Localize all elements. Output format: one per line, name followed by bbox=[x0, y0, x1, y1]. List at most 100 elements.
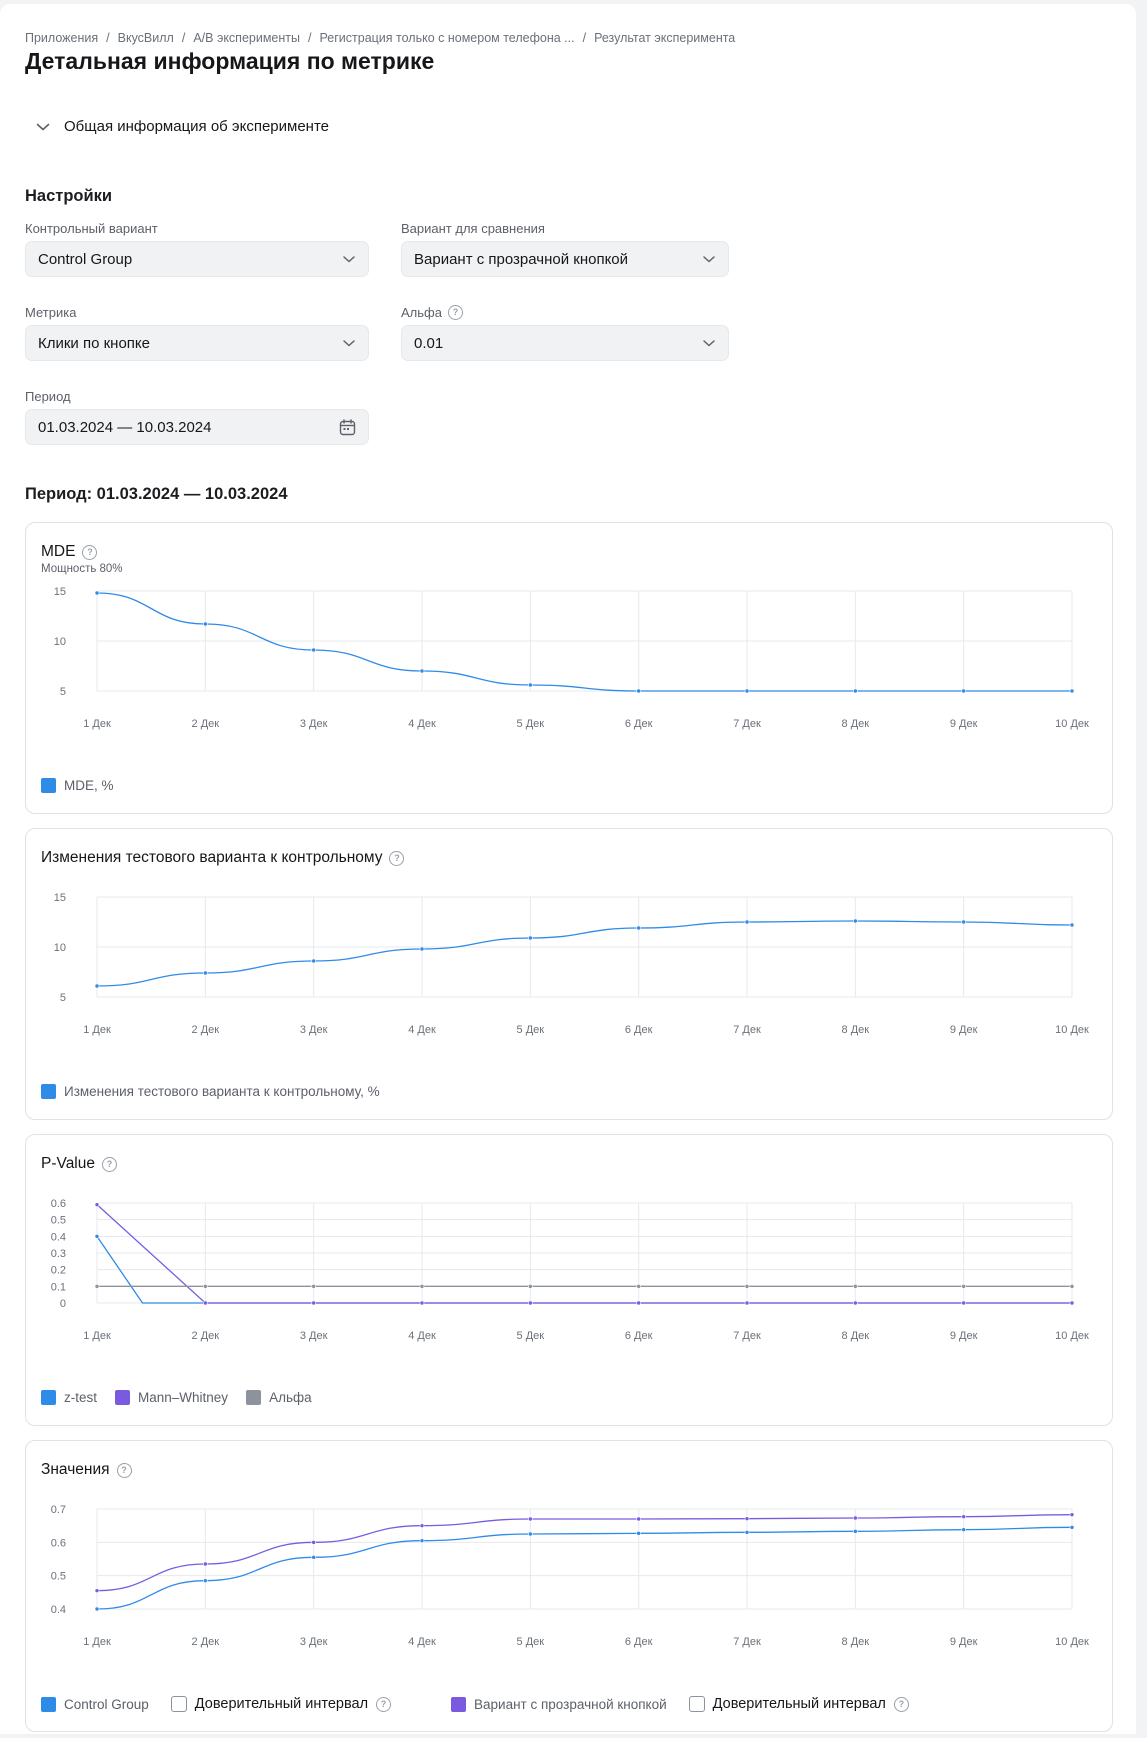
x-tick-label: 5 Дек bbox=[517, 1024, 545, 1036]
legend-item[interactable]: Альфа bbox=[246, 1390, 312, 1405]
change-chart: 1 Дек 2 Дек 3 Дек 4 Дек 5 Дек 6 Дек 7 Дек 8 Дек… bbox=[54, 892, 1089, 1036]
chevron-down-icon bbox=[343, 256, 355, 263]
data-point bbox=[636, 1284, 641, 1289]
confidence-interval-label: Доверительный интервал bbox=[712, 1696, 886, 1712]
confidence-interval-label: Доверительный интервал bbox=[194, 1696, 369, 1712]
data-point bbox=[528, 1516, 533, 1522]
calendar-icon[interactable] bbox=[339, 418, 356, 436]
data-point bbox=[311, 1300, 316, 1306]
metric-select[interactable]: Клики по кнопке bbox=[25, 325, 369, 361]
legend-item[interactable]: Control Group bbox=[41, 1696, 149, 1712]
control-variant-select[interactable]: Control Group bbox=[25, 241, 369, 277]
confidence-interval-checkbox[interactable] bbox=[688, 1696, 705, 1712]
data-point bbox=[636, 1300, 641, 1306]
legend-item[interactable]: z-test bbox=[41, 1390, 97, 1405]
chevron-down-icon bbox=[343, 340, 355, 347]
data-point bbox=[528, 935, 533, 941]
data-point bbox=[528, 1531, 533, 1537]
change-title: Изменения тестового варианта к контрольн… bbox=[41, 849, 405, 867]
alpha-label: Альфа ? bbox=[401, 305, 463, 320]
breadcrumb-item-apps[interactable]: Приложения bbox=[25, 31, 98, 45]
x-tick-label: 6 Дек bbox=[625, 1024, 653, 1036]
x-tick-label: 6 Дек bbox=[625, 1330, 653, 1342]
series-line bbox=[96, 592, 1072, 692]
x-tick-label: 10 Дек bbox=[1055, 718, 1089, 730]
breadcrumb-item-experiment[interactable]: Регистрация только с номером телефона ..… bbox=[319, 31, 574, 45]
breadcrumb-item-ab[interactable]: A/B эксперименты bbox=[193, 31, 300, 45]
data-point bbox=[419, 1538, 425, 1543]
change-card: 1 Дек 2 Дек 3 Дек 4 Дек 5 Дек 6 Дек 7 Дек 8 Дек… bbox=[25, 828, 1113, 1120]
legend-label: Mann–Whitney bbox=[138, 1390, 229, 1405]
x-tick-label: 10 Дек bbox=[1055, 1330, 1089, 1342]
data-point bbox=[1069, 688, 1075, 694]
page-title: Детальная информация по метрике bbox=[25, 48, 435, 74]
breadcrumb-item-vkusvill[interactable]: ВкусВилл bbox=[118, 31, 174, 45]
data-point bbox=[744, 688, 750, 694]
legend-label: Альфа bbox=[269, 1390, 312, 1405]
chevron-down-icon bbox=[703, 340, 715, 347]
y-tick-label: 0 bbox=[60, 1298, 66, 1310]
data-point bbox=[744, 1300, 750, 1306]
x-tick-label: 7 Дек bbox=[733, 1024, 761, 1036]
y-tick-label: 0.3 bbox=[51, 1248, 66, 1260]
data-point bbox=[203, 1561, 208, 1567]
page: Приложения / ВкусВилл / A/B эксперименты / Рег… bbox=[0, 4, 1136, 1734]
data-point bbox=[853, 1300, 858, 1306]
mde-card: 1 Дек 2 Дек 3 Дек 4 Дек 5 Дек 6 Дек 7 Дек 8 Дек… bbox=[25, 522, 1113, 814]
period-value: 01.03.2024 — 10.03.2024 bbox=[38, 418, 212, 436]
legend-item[interactable]: Изменения тестового варианта к контрольн… bbox=[41, 1084, 380, 1099]
compare-variant-select[interactable]: Вариант с прозрачной кнопкой bbox=[401, 241, 729, 277]
x-tick-label: 10 Дек bbox=[1055, 1636, 1089, 1648]
x-tick-label: 8 Дек bbox=[842, 718, 870, 730]
help-icon[interactable]: ? bbox=[893, 1696, 909, 1712]
period-date-range-input[interactable]: 01.03.2024 — 10.03.2024 bbox=[25, 409, 369, 445]
data-point bbox=[419, 946, 425, 952]
experiment-info-accordion[interactable]: Общая информация об эксперименте bbox=[36, 118, 329, 135]
legend-label: MDE, % bbox=[64, 778, 114, 793]
legend-item[interactable]: MDE, % bbox=[41, 778, 114, 793]
help-icon[interactable]: ? bbox=[447, 305, 463, 320]
help-icon[interactable]: ? bbox=[102, 1156, 117, 1172]
x-tick-label: 4 Дек bbox=[408, 718, 436, 730]
x-tick-label: 5 Дек bbox=[517, 718, 545, 730]
legend-item[interactable]: Mann–Whitney bbox=[115, 1390, 228, 1405]
y-tick-label: 0.4 bbox=[51, 1231, 66, 1243]
legend-swatch bbox=[115, 1390, 131, 1405]
legend-item[interactable]: Вариант с прозрачной кнопкой bbox=[451, 1696, 667, 1712]
control-variant-value: Control Group bbox=[38, 250, 133, 268]
help-icon[interactable]: ? bbox=[82, 544, 98, 560]
confidence-interval-toggle[interactable]: Доверительный интервал ? bbox=[170, 1696, 392, 1712]
breadcrumb-separator: / bbox=[582, 31, 587, 45]
legend-swatch bbox=[451, 1696, 467, 1712]
data-point bbox=[203, 621, 208, 627]
data-point bbox=[419, 1284, 425, 1289]
breadcrumb-separator: / bbox=[181, 31, 186, 45]
accordion-label: Общая информация об эксперименте bbox=[64, 118, 329, 135]
compare-variant-label: Вариант для сравнения bbox=[401, 221, 545, 236]
metric-value: Клики по кнопке bbox=[38, 334, 150, 352]
data-point bbox=[1069, 1284, 1075, 1289]
confidence-interval-toggle[interactable]: Доверительный интервал ? bbox=[688, 1696, 909, 1712]
data-point bbox=[636, 1516, 641, 1522]
data-point bbox=[853, 1515, 858, 1521]
x-tick-label: 2 Дек bbox=[192, 1024, 220, 1036]
data-point bbox=[744, 1530, 750, 1535]
data-point bbox=[1069, 1525, 1075, 1530]
data-point bbox=[961, 1527, 966, 1532]
help-icon[interactable]: ? bbox=[376, 1696, 392, 1712]
breadcrumb-item-result: Результат эксперимента bbox=[594, 31, 736, 45]
help-icon[interactable]: ? bbox=[116, 1462, 132, 1478]
help-icon[interactable]: ? bbox=[389, 850, 405, 866]
x-tick-label: 6 Дек bbox=[625, 1636, 653, 1648]
x-tick-label: 6 Дек bbox=[625, 718, 653, 730]
x-tick-label: 8 Дек bbox=[842, 1024, 870, 1036]
pvalue-chart: 1 Дек 2 Дек 3 Дек 4 Дек 5 Дек 6 Дек 7 Дек 8 Дек… bbox=[51, 1198, 1089, 1342]
x-tick-label: 4 Дек bbox=[408, 1636, 436, 1648]
alpha-select[interactable]: 0.01 bbox=[401, 325, 729, 361]
data-point bbox=[1069, 922, 1075, 928]
data-point bbox=[744, 1284, 750, 1289]
confidence-interval-checkbox[interactable] bbox=[170, 1696, 187, 1712]
change-legend: Изменения тестового варианта к контрольн… bbox=[41, 1084, 398, 1099]
x-tick-label: 9 Дек bbox=[950, 1024, 978, 1036]
y-tick-label: 15 bbox=[54, 586, 66, 598]
